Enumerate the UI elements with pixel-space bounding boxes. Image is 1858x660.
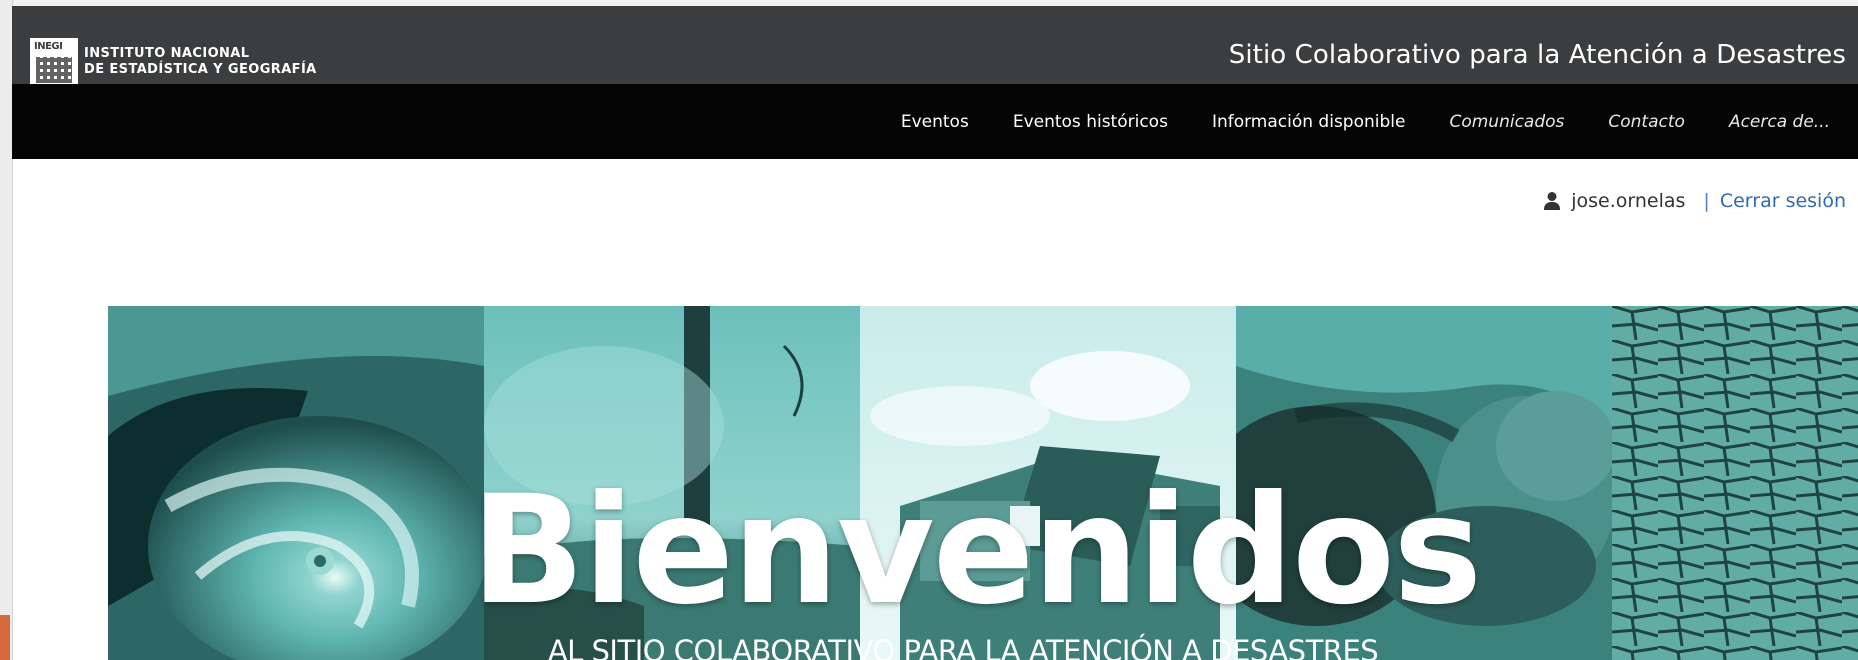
nav-item-comunicados[interactable]: Comunicados — [1449, 112, 1564, 132]
banner-subtitle: al sitio colaborativo para la atención a… — [547, 634, 1379, 660]
top-header: INEGI Instituto Nacional de Estadística … — [12, 6, 1858, 86]
inegi-logo-text: Instituto Nacional de Estadística y Geog… — [84, 46, 317, 78]
logout-link[interactable]: Cerrar sesión — [1720, 190, 1846, 212]
logo-line-2: de Estadística y Geografía — [84, 62, 317, 77]
banner-title: Bienvenidos — [470, 464, 1483, 638]
inegi-logo[interactable]: INEGI Instituto Nacional de Estadística … — [30, 34, 317, 90]
window-left-accent — [0, 615, 10, 660]
nav-list: Eventos Eventos históricos Información d… — [901, 84, 1830, 159]
main-nav: Eventos Eventos históricos Información d… — [12, 84, 1858, 159]
site-title: Sitio Colaborativo para la Atención a De… — [1228, 40, 1846, 70]
nav-item-eventos-historicos[interactable]: Eventos históricos — [1013, 112, 1168, 132]
welcome-banner: Bienvenidos al sitio colaborativo para l… — [108, 306, 1858, 660]
user-bar: jose.ornelas | Cerrar sesión — [1543, 190, 1846, 212]
inegi-logo-badge: INEGI — [34, 41, 63, 52]
user-separator: | — [1703, 190, 1710, 212]
username[interactable]: jose.ornelas — [1571, 190, 1685, 212]
nav-item-informacion-disponible[interactable]: Información disponible — [1212, 112, 1406, 132]
inegi-logo-grid — [36, 57, 72, 83]
logo-line-1: Instituto Nacional — [84, 46, 250, 61]
inegi-logo-mark: INEGI — [30, 38, 78, 86]
nav-item-eventos[interactable]: Eventos — [901, 112, 969, 132]
nav-item-acerca-de[interactable]: Acerca de... — [1729, 112, 1830, 132]
nav-item-contacto[interactable]: Contacto — [1608, 112, 1685, 132]
user-icon — [1543, 191, 1561, 211]
